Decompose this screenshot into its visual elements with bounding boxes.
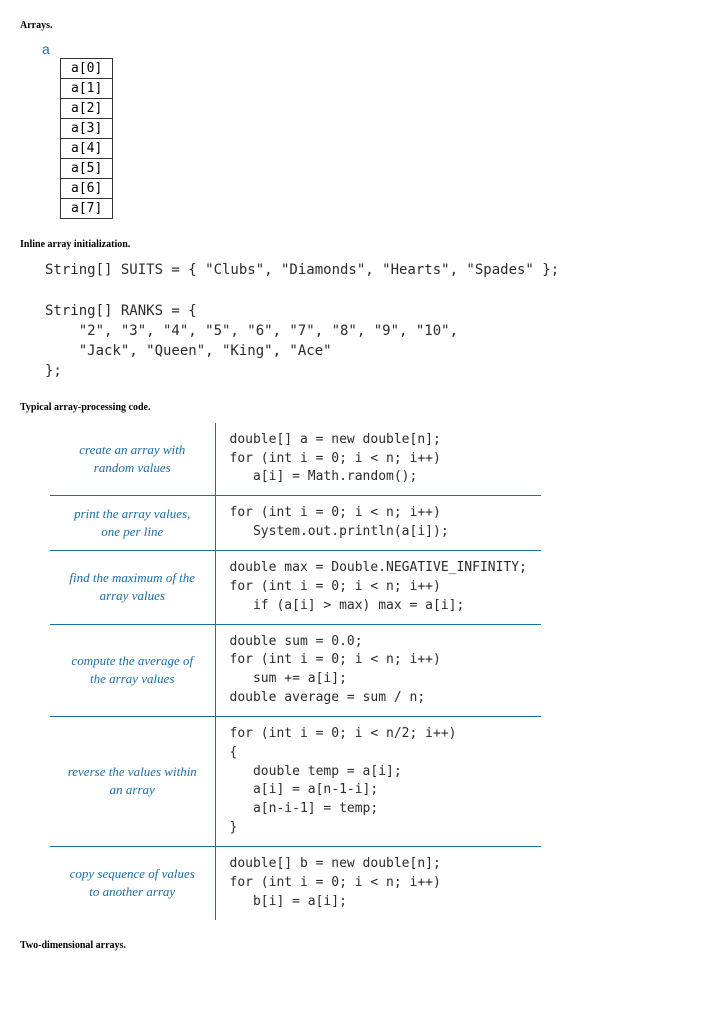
processing-row: create an array with random values doubl…	[50, 423, 541, 496]
heading-processing: Typical array-processing code.	[20, 402, 704, 413]
heading-arrays: Arrays.	[20, 20, 704, 31]
processing-table: create an array with random values doubl…	[50, 423, 541, 920]
processing-code: double[] a = new double[n]; for (int i =…	[215, 423, 541, 496]
processing-row: copy sequence of values to another array…	[50, 846, 541, 919]
array-cell: a[1]	[61, 79, 113, 99]
processing-desc: print the array values, one per line	[50, 496, 215, 551]
processing-code: double max = Double.NEGATIVE_INFINITY; f…	[215, 551, 541, 625]
array-cell: a[4]	[61, 139, 113, 159]
processing-desc: reverse the values within an array	[50, 716, 215, 846]
processing-code: double[] b = new double[n]; for (int i =…	[215, 846, 541, 919]
inline-init-code: String[] SUITS = { "Clubs", "Diamonds", …	[45, 260, 704, 382]
processing-row: print the array values, one per line for…	[50, 496, 541, 551]
processing-code: for (int i = 0; i < n; i++) System.out.p…	[215, 496, 541, 551]
processing-code: for (int i = 0; i < n/2; i++) { double t…	[215, 716, 541, 846]
heading-inline-init: Inline array initialization.	[20, 239, 704, 250]
processing-desc: create an array with random values	[50, 423, 215, 496]
array-cells-table: a[0] a[1] a[2] a[3] a[4] a[5] a[6] a[7]	[60, 58, 113, 219]
array-cell: a[5]	[61, 159, 113, 179]
processing-desc: find the maximum of the array values	[50, 551, 215, 625]
array-diagram: a a[0] a[1] a[2] a[3] a[4] a[5] a[6] a[7…	[40, 41, 704, 219]
processing-row: find the maximum of the array values dou…	[50, 551, 541, 625]
processing-desc: compute the average of the array values	[50, 624, 215, 716]
processing-row: reverse the values within an array for (…	[50, 716, 541, 846]
processing-desc: copy sequence of values to another array	[50, 846, 215, 919]
array-label: a	[40, 41, 704, 57]
array-cell: a[2]	[61, 99, 113, 119]
array-cell: a[7]	[61, 199, 113, 219]
processing-code: double sum = 0.0; for (int i = 0; i < n;…	[215, 624, 541, 716]
array-cell: a[3]	[61, 119, 113, 139]
heading-two-d: Two-dimensional arrays.	[20, 940, 704, 951]
processing-row: compute the average of the array values …	[50, 624, 541, 716]
array-cell: a[6]	[61, 179, 113, 199]
array-cell: a[0]	[61, 59, 113, 79]
